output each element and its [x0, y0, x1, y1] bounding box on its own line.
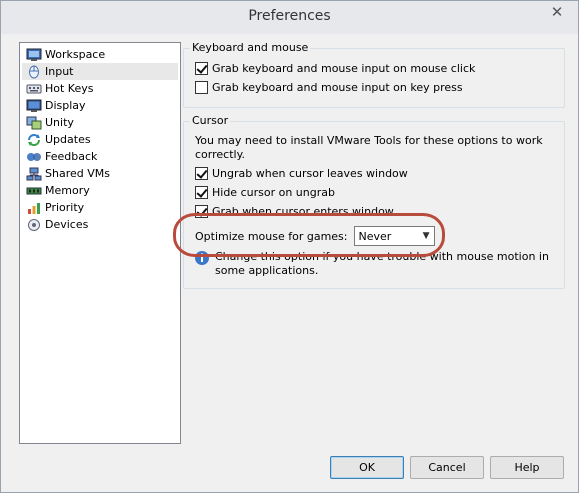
help-button[interactable]: Help [490, 456, 564, 479]
window-title: Preferences [248, 8, 331, 24]
preferences-nav-list[interactable]: Workspace Input Hot Keys Display Unity U… [19, 42, 181, 444]
nav-item-workspace[interactable]: Workspace [22, 46, 178, 63]
nav-item-label: Shared VMs [45, 167, 110, 180]
display-icon [26, 99, 42, 112]
optimize-mouse-label: Optimize mouse for games: [195, 229, 348, 243]
optimize-hint-text: Change this option if you have trouble w… [215, 250, 549, 277]
unity-icon [26, 116, 42, 129]
grab-on-keypress-checkbox[interactable] [195, 81, 208, 94]
nav-item-label: Priority [45, 201, 85, 214]
dialog-body: Workspace Input Hot Keys Display Unity U… [9, 34, 570, 486]
hide-cursor-label: Hide cursor on ungrab [212, 186, 335, 199]
priority-icon [28, 202, 40, 214]
ungrab-on-leave-checkbox[interactable] [195, 167, 208, 180]
ok-button[interactable]: OK [330, 456, 404, 479]
feedback-icon [27, 152, 41, 161]
grab-on-enter-option[interactable]: Grab when cursor enters window [195, 204, 394, 219]
grab-on-click-option[interactable]: Grab keyboard and mouse input on mouse c… [195, 61, 475, 76]
hide-cursor-checkbox[interactable] [195, 186, 208, 199]
grab-on-enter-label: Grab when cursor enters window [212, 205, 394, 218]
updates-icon [28, 133, 40, 146]
nav-item-memory[interactable]: Memory [22, 182, 178, 199]
nav-item-priority[interactable]: Priority [22, 199, 178, 216]
nav-item-feedback[interactable]: Feedback [22, 148, 178, 165]
nav-item-label: Input [45, 65, 74, 78]
title-bar[interactable]: Preferences ✕ [1, 1, 578, 34]
nav-item-devices[interactable]: Devices [22, 216, 178, 233]
nav-item-updates[interactable]: Updates [22, 131, 178, 148]
mouse-icon [29, 65, 39, 78]
keyboard-mouse-group: Keyboard and mouse Grab keyboard and mou… [183, 41, 565, 108]
nav-item-label: Display [45, 99, 86, 112]
nav-item-label: Workspace [45, 48, 106, 61]
nav-item-unity[interactable]: Unity [22, 114, 178, 131]
optimize-mouse-row: Optimize mouse for games: Never ▼ [195, 226, 435, 246]
grab-on-keypress-option[interactable]: Grab keyboard and mouse input on key pre… [195, 80, 463, 95]
vmware-tools-info: You may need to install VMware Tools for… [195, 134, 543, 161]
grab-on-enter-checkbox[interactable] [195, 205, 208, 218]
memory-icon [26, 187, 42, 194]
workspace-icon [26, 48, 42, 61]
nav-item-label: Feedback [45, 150, 98, 163]
hide-cursor-option[interactable]: Hide cursor on ungrab [195, 185, 335, 200]
nav-item-input[interactable]: Input [22, 63, 178, 80]
preferences-window: Preferences ✕ Workspace Input Hot Keys D… [0, 0, 579, 493]
optimize-mouse-select[interactable]: Never ▼ [353, 226, 435, 246]
optimize-mouse-value: Never [358, 229, 392, 243]
grab-on-click-label: Grab keyboard and mouse input on mouse c… [212, 62, 476, 75]
nav-item-label: Devices [45, 218, 89, 231]
ungrab-on-leave-option[interactable]: Ungrab when cursor leaves window [195, 166, 408, 181]
nav-item-hot-keys[interactable]: Hot Keys [22, 80, 178, 97]
nav-item-label: Memory [45, 184, 90, 197]
nav-item-label: Updates [45, 133, 91, 146]
nav-item-display[interactable]: Display [22, 97, 178, 114]
cursor-group-title: Cursor [190, 114, 231, 127]
nav-item-shared-vms[interactable]: Shared VMs [22, 165, 178, 182]
nav-item-label: Unity [45, 116, 74, 129]
shared-vms-icon [26, 167, 42, 180]
keyboard-mouse-group-title: Keyboard and mouse [190, 41, 311, 54]
info-icon [195, 251, 209, 265]
grab-on-keypress-label: Grab keyboard and mouse input on key pre… [212, 81, 463, 94]
nav-item-label: Hot Keys [45, 82, 94, 95]
cursor-group: Cursor You may need to install VMware To… [183, 114, 565, 289]
hotkeys-icon [26, 84, 42, 93]
grab-on-click-checkbox[interactable] [195, 62, 208, 75]
ungrab-on-leave-label: Ungrab when cursor leaves window [212, 167, 408, 180]
cancel-button[interactable]: Cancel [410, 456, 484, 479]
optimize-hint: Change this option if you have trouble w… [194, 250, 556, 278]
chevron-down-icon: ▼ [422, 231, 430, 241]
close-icon[interactable]: ✕ [542, 2, 572, 22]
devices-icon [28, 218, 40, 231]
